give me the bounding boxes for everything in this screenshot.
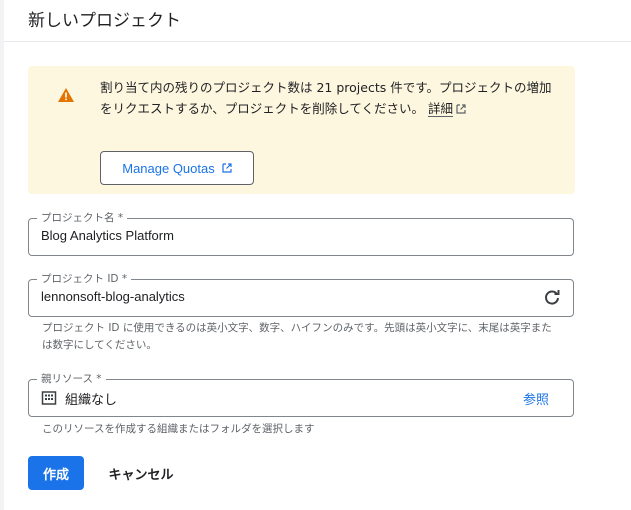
- project-name-field[interactable]: プロジェクト名 * Blog Analytics Platform: [28, 211, 574, 256]
- organization-icon: [41, 391, 57, 405]
- details-link-label: 詳細: [428, 101, 454, 116]
- manage-quotas-label: Manage Quotas: [122, 160, 215, 176]
- manage-quotas-button[interactable]: Manage Quotas: [100, 151, 254, 185]
- quota-warning-banner: 割り当て内の残りのプロジェクト数は 21 projects 件です。プロジェクト…: [28, 66, 575, 194]
- page-title: 新しいプロジェクト: [28, 11, 181, 31]
- external-link-icon: [222, 163, 232, 173]
- parent-resource-value: 組織なし: [65, 393, 118, 408]
- project-id-value: lennonsoft-blog-analytics: [41, 289, 185, 304]
- external-link-icon: [456, 104, 466, 114]
- cancel-button[interactable]: キャンセル: [96, 456, 186, 490]
- parent-resource-field[interactable]: 親リソース * 組織なし 参照: [28, 372, 574, 417]
- project-id-field[interactable]: プロジェクト ID * lennonsoft-blog-analytics: [28, 272, 574, 317]
- warning-message: 割り当て内の残りのプロジェクト数は 21 projects 件です。プロジェクト…: [100, 77, 562, 119]
- details-link[interactable]: 詳細: [428, 101, 454, 117]
- project-id-hint: プロジェクト ID に使用できるのは英小文字、数字、ハイフンのみです。先頭は英小…: [42, 322, 552, 351]
- parent-resource-hint: このリソースを作成する組織またはフォルダを選択します: [42, 423, 315, 435]
- browse-button[interactable]: 参照: [523, 389, 549, 408]
- warning-icon: [58, 88, 74, 102]
- project-name-value: Blog Analytics Platform: [41, 228, 174, 243]
- header: 新しいプロジェクト: [4, 0, 631, 42]
- refresh-icon[interactable]: [543, 289, 561, 307]
- create-button[interactable]: 作成: [28, 456, 84, 490]
- project-name-label: プロジェクト名 *: [37, 211, 128, 225]
- project-id-label: プロジェクト ID *: [37, 272, 132, 286]
- parent-resource-label: 親リソース *: [37, 372, 106, 386]
- new-project-panel: 新しいプロジェクト 割り当て内の残りのプロジェクト数は 21 projects …: [4, 0, 631, 510]
- warning-text: 割り当て内の残りのプロジェクト数は 21 projects 件です。プロジェクト…: [100, 80, 552, 116]
